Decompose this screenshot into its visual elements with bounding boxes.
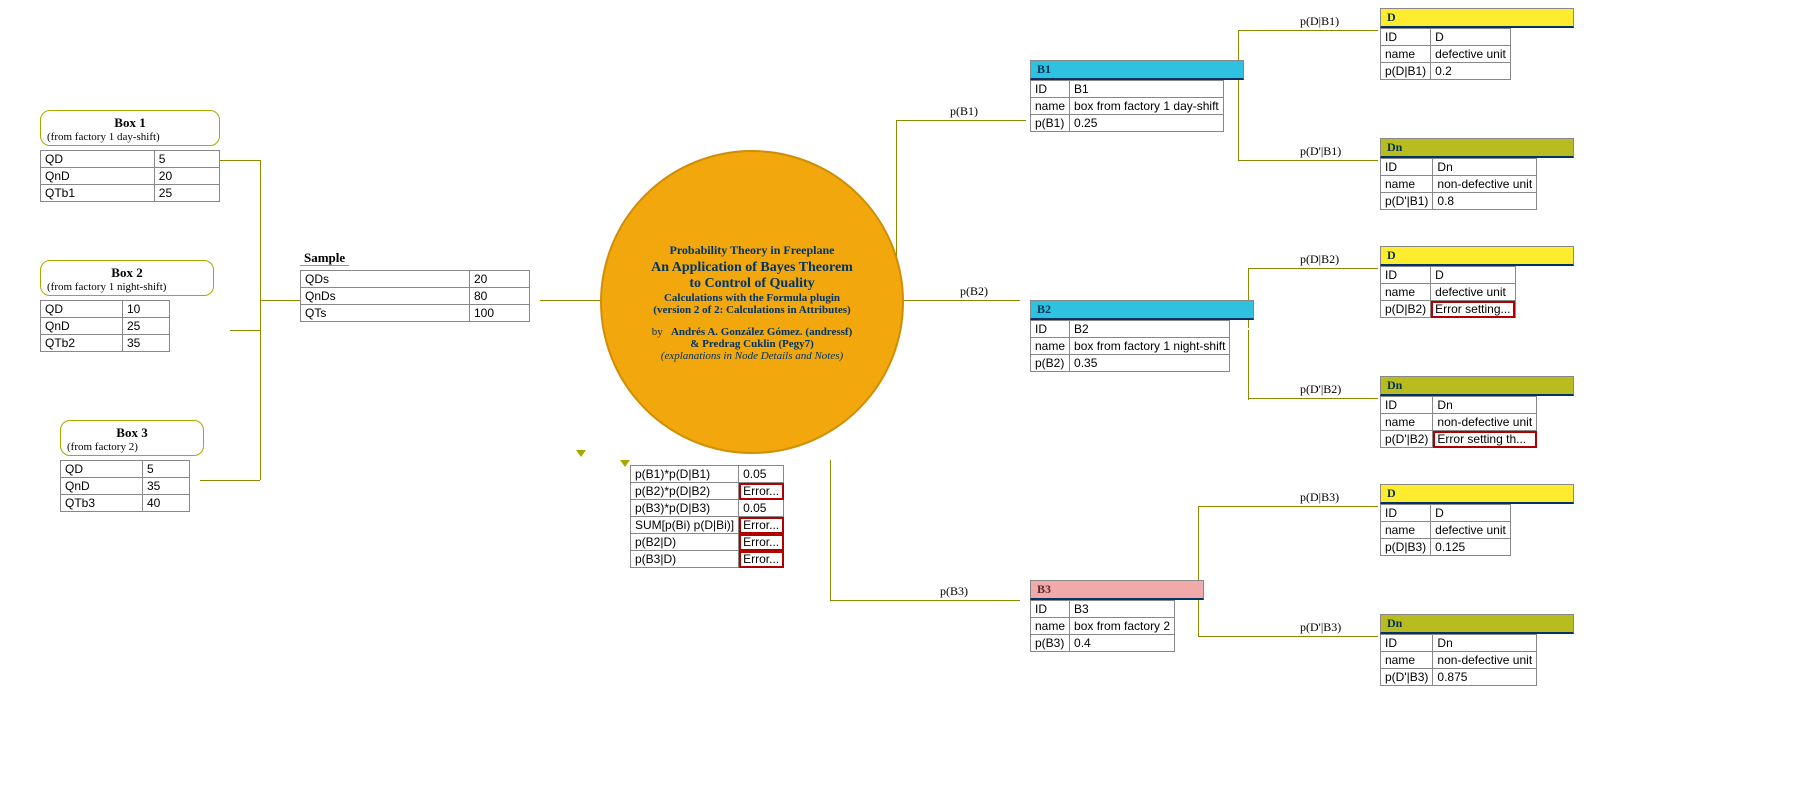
- attr-table-sample: QDs20 QnDs80 QTs100: [300, 270, 530, 322]
- root-line3: to Control of Quality: [602, 276, 902, 292]
- attr-table-calc: p(B1)*p(D|B1)0.05 p(B2)*p(D|B2)Error... …: [630, 465, 784, 568]
- node-b2-d[interactable]: D: [1380, 246, 1574, 266]
- node-subtitle: (from factory 1 night-shift): [47, 281, 207, 293]
- fold-icon[interactable]: [620, 460, 630, 467]
- node-b1-dn[interactable]: Dn: [1380, 138, 1574, 158]
- attr-table-b2-dn: IDDn namenon-defective unit p(D'|B2)Erro…: [1380, 396, 1537, 448]
- node-title: Box 2: [47, 265, 207, 281]
- node-title: Box 3: [67, 425, 197, 441]
- attr-table-b3-d: IDD namedefective unit p(D|B3)0.125: [1380, 504, 1511, 556]
- node-box2[interactable]: Box 2 (from factory 1 night-shift): [40, 260, 214, 296]
- node-b2-dn[interactable]: Dn: [1380, 376, 1574, 396]
- edge-label-pB3: p(B3): [940, 584, 968, 599]
- edge-label-pD-B3: p(D|B3): [1300, 490, 1339, 505]
- node-subtitle: (from factory 1 day-shift): [47, 131, 213, 143]
- edge-label-pD-B1: p(D|B1): [1300, 14, 1339, 29]
- edge-label-pDn-B3: p(D'|B3): [1300, 620, 1341, 635]
- attr-table-b1-dn: IDDn namenon-defective unit p(D'|B1)0.8: [1380, 158, 1537, 210]
- node-b3-dn[interactable]: Dn: [1380, 614, 1574, 634]
- node-b3-d[interactable]: D: [1380, 484, 1574, 504]
- edge-label-pDn-B2: p(D'|B2): [1300, 382, 1341, 397]
- edge-label-pB2: p(B2): [960, 284, 988, 299]
- node-box1[interactable]: Box 1 (from factory 1 day-shift): [40, 110, 220, 146]
- attr-table-box2: QD10 QnD25 QTb235: [40, 300, 170, 352]
- node-box3[interactable]: Box 3 (from factory 2): [60, 420, 204, 456]
- node-b3[interactable]: B3: [1030, 580, 1204, 600]
- root-node[interactable]: Probability Theory in Freeplane An Appli…: [600, 150, 904, 454]
- node-b2[interactable]: B2: [1030, 300, 1254, 320]
- attr-table-b3-dn: IDDn namenon-defective unit p(D'|B3)0.87…: [1380, 634, 1537, 686]
- root-line4: Calculations with the Formula plugin: [602, 292, 902, 304]
- attr-table-box1: QD5 QnD20 QTb125: [40, 150, 220, 202]
- edge-label-pDn-B1: p(D'|B1): [1300, 144, 1341, 159]
- root-line1: Probability Theory in Freeplane: [602, 243, 902, 258]
- attr-table-box3: QD5 QnD35 QTb340: [60, 460, 190, 512]
- node-b1[interactable]: B1: [1030, 60, 1244, 80]
- edge-label-pB1: p(B1): [950, 104, 978, 119]
- attr-table-b1: IDB1 namebox from factory 1 day-shift p(…: [1030, 80, 1224, 132]
- attr-table-b2-d: IDD namedefective unit p(D|B2)Error sett…: [1380, 266, 1516, 318]
- node-title: Box 1: [47, 115, 213, 131]
- edge-label-pD-B2: p(D|B2): [1300, 252, 1339, 267]
- attr-table-b3: IDB3 namebox from factory 2 p(B3)0.4: [1030, 600, 1175, 652]
- root-note: (explanations in Node Details and Notes): [602, 350, 902, 362]
- node-subtitle: (from factory 2): [67, 441, 197, 453]
- node-b1-d[interactable]: D: [1380, 8, 1574, 28]
- root-authors: by Andrés A. González Gómez. (andressf) …: [602, 326, 902, 350]
- attr-table-b1-d: IDD namedefective unit p(D|B1)0.2: [1380, 28, 1511, 80]
- fold-icon[interactable]: [576, 450, 586, 457]
- node-sample[interactable]: Sample: [300, 250, 349, 266]
- root-line5: (version 2 of 2: Calculations in Attribu…: [602, 304, 902, 316]
- root-line2: An Application of Bayes Theorem: [602, 260, 902, 276]
- attr-table-b2: IDB2 namebox from factory 1 night-shift …: [1030, 320, 1230, 372]
